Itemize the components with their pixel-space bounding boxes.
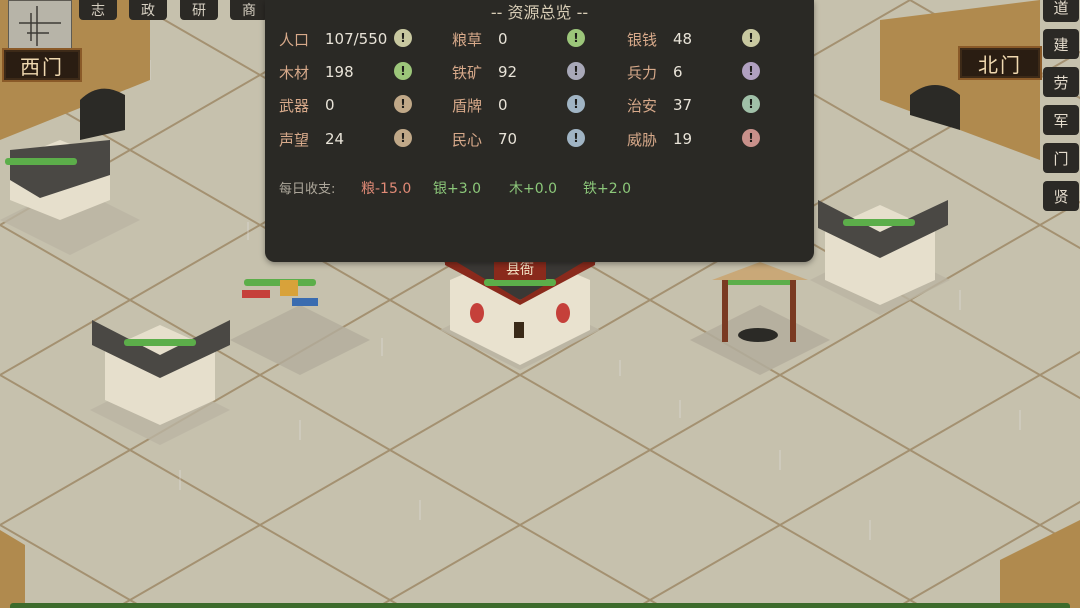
resource-order: 治安 37 ! [627,95,760,115]
side-menu-build[interactable]: 建 [1043,29,1079,59]
tab-records[interactable]: 志 [79,0,117,20]
alert-icon[interactable]: ! [394,29,412,47]
alert-icon[interactable]: ! [742,95,760,113]
resource-morale: 民心 70 ! [452,129,585,149]
resource-value: 0 [498,96,508,114]
daily-balance-label: 每日收支: [279,182,336,197]
alert-icon[interactable]: ! [567,95,585,113]
resource-silver: 银钱 48 ! [627,29,760,49]
resource-shields: 盾牌 0 ! [452,95,585,115]
resource-value: 70 [498,130,518,148]
bottom-status-bar [10,603,1070,608]
resource-value: 0 [498,30,508,48]
daily-wood-delta: 木+0.0 [509,181,557,197]
panel-title: -- 资源总览 -- [490,3,589,22]
alert-icon[interactable]: ! [394,62,412,80]
resource-overview-panel: -- 资源总览 -- 人口 107/550 ! 粮草 0 ! 银钱 48 ! 木… [265,0,814,262]
resource-threat: 威胁 19 ! [627,129,760,149]
tab-politics[interactable]: 政 [129,0,167,20]
resource-label: 民心 [452,130,483,149]
resource-population: 人口 107/550 ! [279,29,412,49]
side-menu-talent[interactable]: 贤 [1043,181,1079,211]
resource-value: 92 [498,63,518,81]
alert-icon[interactable]: ! [742,129,760,147]
resource-value: 48 [673,30,693,48]
daily-iron-delta: 铁+2.0 [583,181,631,197]
north-gate-sign[interactable]: 北门 [958,46,1042,80]
west-gate-sign[interactable]: 西门 [2,48,82,82]
resource-value: 19 [673,130,693,148]
resource-label: 铁矿 [452,63,483,82]
resource-grain: 粮草 0 ! [452,29,585,49]
resource-value: 37 [673,96,693,114]
minimap[interactable] [8,0,72,52]
alert-icon[interactable]: ! [394,95,412,113]
resource-value: 107/550 [325,30,388,48]
daily-silver-delta: 银+3.0 [433,181,481,197]
resource-troops: 兵力 6 ! [627,62,760,82]
alert-icon[interactable]: ! [567,129,585,147]
resource-label: 银钱 [627,30,658,49]
resource-value: 6 [673,63,683,81]
side-menu-gate[interactable]: 门 [1043,143,1079,173]
resource-value: 0 [325,96,335,114]
resource-label: 木材 [279,63,310,82]
resource-prestige: 声望 24 ! [279,129,412,149]
resource-label: 治安 [627,96,658,115]
resource-label: 盾牌 [452,96,483,115]
resource-label: 粮草 [452,30,483,49]
resource-wood: 木材 198 ! [279,62,412,82]
resource-label: 武器 [279,96,310,115]
side-menu-dao[interactable]: 道 [1043,0,1079,22]
resource-weapons: 武器 0 ! [279,95,412,115]
resource-iron: 铁矿 92 ! [452,62,585,82]
tab-commerce[interactable]: 商 [230,0,268,20]
side-menu-labor[interactable]: 劳 [1043,67,1079,97]
side-menu-military[interactable]: 军 [1043,105,1079,135]
resource-label: 兵力 [627,63,658,82]
alert-icon[interactable]: ! [742,29,760,47]
tab-research[interactable]: 研 [180,0,218,20]
resource-value: 24 [325,130,345,148]
alert-icon[interactable]: ! [394,129,412,147]
alert-icon[interactable]: ! [742,62,760,80]
resource-label: 人口 [279,30,310,49]
daily-grain-delta: 粮-15.0 [361,181,412,197]
resource-label: 声望 [279,130,310,149]
alert-icon[interactable]: ! [567,29,585,47]
resource-value: 198 [325,63,354,81]
resource-label: 威胁 [627,130,658,149]
alert-icon[interactable]: ! [567,62,585,80]
